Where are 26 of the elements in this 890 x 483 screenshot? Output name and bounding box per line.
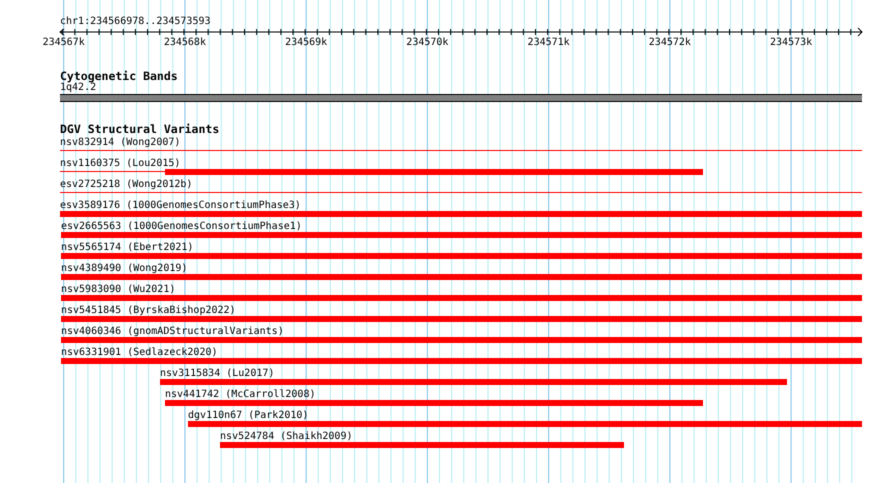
tick-label: 234570k: [406, 37, 448, 48]
feature-label: nsv3115834 (Lu2017): [160, 368, 274, 379]
tick-label: 234572k: [648, 37, 691, 48]
track-title: DGV Structural Variants: [60, 123, 220, 135]
feature-label: nsv4060346 (gnomADStructuralVariants): [60, 326, 284, 337]
tick-label: 234571k: [528, 37, 570, 48]
feature-label: nsv1160375 (Lou2015): [60, 158, 180, 169]
feature-label: dgv110n67 (Park2010): [188, 410, 308, 421]
tick-label: 234567k: [42, 37, 85, 48]
feature-label: nsv5983090 (Wu2021): [60, 284, 176, 295]
feature-label: nsv5565174 (Ebert2021): [60, 242, 194, 253]
ruler-title: chr1:234566978..234573593: [60, 16, 212, 27]
feature-label: nsv441742 (McCarroll2008): [164, 389, 316, 400]
feature-label: esv2665563 (1000GenomesConsortiumPhase1): [60, 221, 302, 232]
feature-label: nsv5451845 (ByrskaBishop2022): [60, 305, 236, 316]
feature-label: nsv6331901 (Sedlazeck2020): [60, 347, 218, 358]
band-label: 1q42.2: [60, 82, 96, 94]
track-title: Cytogenetic Bands: [60, 70, 179, 82]
feature-label: nsv524784 (Shaikh2009): [220, 431, 352, 442]
feature-label: esv2725218 (Wong2012b): [60, 179, 192, 190]
feature-label: esv3589176 (1000GenomesConsortiumPhase3): [60, 200, 301, 211]
tick-label: 234568k: [164, 37, 206, 48]
feature-label: nsv4389490 (Wong2019): [60, 263, 188, 274]
feature-label: nsv832914 (Wong2007): [60, 137, 180, 148]
tick-label: 234573k: [770, 37, 812, 48]
tick-label: 234569k: [285, 37, 328, 48]
